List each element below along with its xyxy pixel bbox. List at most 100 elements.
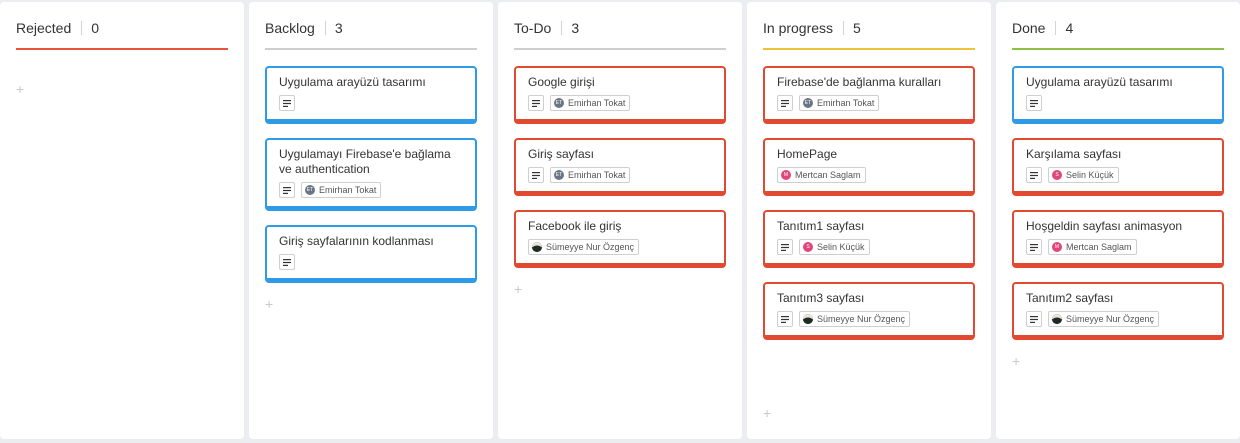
card-meta: S Selin Küçük	[777, 239, 961, 255]
assignee-tag[interactable]: M Mertcan Saglam	[777, 167, 866, 183]
avatar: ET	[554, 98, 564, 108]
description-icon	[1026, 239, 1042, 255]
column-accent-line	[265, 48, 477, 50]
column-header: In progress 5	[763, 19, 861, 37]
assignee-tag[interactable]: Sümeyye Nur Özgenç	[799, 311, 911, 327]
column-count: 3	[334, 20, 343, 36]
card-title: Uygulama arayüzü tasarımı	[1026, 75, 1173, 89]
avatar-photo	[1052, 314, 1062, 324]
description-icon	[279, 254, 295, 270]
column-header: To-Do 3	[514, 19, 579, 37]
column-title: To-Do	[514, 20, 552, 36]
task-card[interactable]: Uygulamayı Firebase'e bağlama ve authent…	[265, 138, 477, 211]
description-icon	[528, 167, 544, 183]
task-card[interactable]: Facebook ile giriş Sümeyye Nur Özgenç	[514, 210, 726, 268]
assignee-name: Sümeyye Nur Özgenç	[817, 314, 906, 324]
column-accent-line	[1012, 48, 1224, 50]
column-header: Rejected 0	[16, 19, 99, 37]
assignee-tag[interactable]: ET Emirhan Tokat	[799, 95, 880, 111]
assignee-tag[interactable]: ET Emirhan Tokat	[301, 182, 382, 198]
card-meta	[279, 95, 463, 111]
assignee-name: Sümeyye Nur Özgenç	[546, 242, 635, 252]
task-card[interactable]: Giriş sayfası ET Emirhan Tokat	[514, 138, 726, 196]
task-card[interactable]: Uygulama arayüzü tasarımı	[265, 66, 477, 124]
card-title: Google girişi	[528, 75, 595, 89]
add-card-icon[interactable]: +	[1012, 354, 1024, 368]
avatar-photo	[532, 242, 542, 252]
assignee-tag[interactable]: S Selin Küçük	[799, 239, 870, 255]
kanban-board: Rejected 0 + Backlog 3 Uygulama arayüzü …	[0, 0, 1240, 443]
card-title: Tanıtım3 sayfası	[777, 291, 865, 305]
header-divider	[843, 21, 845, 35]
card-meta: ET Emirhan Tokat	[777, 95, 961, 111]
description-icon	[279, 95, 295, 111]
column-rejected: Rejected 0 +	[0, 2, 244, 439]
column-title: Done	[1012, 20, 1046, 36]
avatar: S	[1052, 170, 1062, 180]
task-card[interactable]: Karşılama sayfası S Selin Küçük	[1012, 138, 1224, 196]
add-card-icon[interactable]: +	[265, 297, 277, 311]
assignee-tag[interactable]: Sümeyye Nur Özgenç	[1048, 311, 1160, 327]
assignee-name: Emirhan Tokat	[568, 98, 626, 108]
column-header: Backlog 3	[265, 19, 343, 37]
task-card[interactable]: Tanıtım1 sayfası S Selin Küçük	[763, 210, 975, 268]
card-title: Firebase'de bağlanma kuralları	[777, 75, 942, 89]
card-list: Google girişi ET Emirhan Tokat Giriş say…	[514, 66, 726, 296]
assignee-tag[interactable]: M Mertcan Saglam	[1048, 239, 1137, 255]
card-title: Giriş sayfası	[528, 147, 595, 161]
card-meta: Sümeyye Nur Özgenç	[528, 239, 712, 255]
column-count: 4	[1065, 20, 1074, 36]
card-title: Uygulama arayüzü tasarımı	[279, 75, 426, 89]
add-card-icon[interactable]: +	[763, 406, 775, 420]
task-card[interactable]: HomePage M Mertcan Saglam	[763, 138, 975, 196]
task-card[interactable]: Google girişi ET Emirhan Tokat	[514, 66, 726, 124]
column-title: Rejected	[16, 20, 72, 36]
column-accent-line	[16, 48, 228, 50]
card-title: Giriş sayfalarının kodlanması	[279, 234, 434, 248]
avatar-photo	[803, 314, 813, 324]
assignee-name: Mertcan Saglam	[795, 170, 861, 180]
card-meta: Sümeyye Nur Özgenç	[777, 311, 961, 327]
add-card-icon[interactable]: +	[16, 82, 28, 96]
card-meta: ET Emirhan Tokat	[279, 182, 463, 198]
column-backlog: Backlog 3 Uygulama arayüzü tasarımı Uygu…	[249, 2, 493, 439]
assignee-tag[interactable]: ET Emirhan Tokat	[550, 95, 631, 111]
card-title: HomePage	[777, 147, 838, 161]
description-icon	[1026, 167, 1042, 183]
task-card[interactable]: Firebase'de bağlanma kuralları ET Emirha…	[763, 66, 975, 124]
assignee-name: Selin Küçük	[1066, 170, 1114, 180]
card-meta	[279, 254, 463, 270]
add-card-icon[interactable]: +	[514, 282, 526, 296]
task-card[interactable]: Giriş sayfalarının kodlanması	[265, 225, 477, 283]
assignee-tag[interactable]: S Selin Küçük	[1048, 167, 1119, 183]
assignee-tag[interactable]: ET Emirhan Tokat	[550, 167, 631, 183]
description-icon	[528, 95, 544, 111]
card-list: Firebase'de bağlanma kuralları ET Emirha…	[763, 66, 975, 354]
column-header: Done 4	[1012, 19, 1073, 37]
column-accent-line	[514, 48, 726, 50]
assignee-tag[interactable]: Sümeyye Nur Özgenç	[528, 239, 640, 255]
card-list: Uygulama arayüzü tasarımı Uygulamayı Fir…	[265, 66, 477, 311]
card-meta	[1026, 95, 1210, 111]
assignee-name: Emirhan Tokat	[568, 170, 626, 180]
task-card[interactable]: Tanıtım2 sayfası Sümeyye Nur Özgenç	[1012, 282, 1224, 340]
header-divider	[1055, 21, 1057, 35]
card-list: Uygulama arayüzü tasarımı Karşılama sayf…	[1012, 66, 1224, 368]
task-card[interactable]: Tanıtım3 sayfası Sümeyye Nur Özgenç	[763, 282, 975, 340]
header-divider	[324, 21, 326, 35]
column-count: 0	[91, 20, 100, 36]
task-card[interactable]: Hoşgeldin sayfası animasyon M Mertcan Sa…	[1012, 210, 1224, 268]
card-title: Facebook ile giriş	[528, 219, 622, 233]
avatar: M	[781, 170, 791, 180]
column-count: 3	[571, 20, 580, 36]
assignee-name: Selin Küçük	[817, 242, 865, 252]
card-meta: M Mertcan Saglam	[777, 167, 961, 183]
card-meta: ET Emirhan Tokat	[528, 167, 712, 183]
description-icon	[777, 95, 793, 111]
task-card[interactable]: Uygulama arayüzü tasarımı	[1012, 66, 1224, 124]
avatar: S	[803, 242, 813, 252]
card-title: Karşılama sayfası	[1026, 147, 1122, 161]
avatar: ET	[554, 170, 564, 180]
description-icon	[777, 239, 793, 255]
assignee-name: Sümeyye Nur Özgenç	[1066, 314, 1155, 324]
